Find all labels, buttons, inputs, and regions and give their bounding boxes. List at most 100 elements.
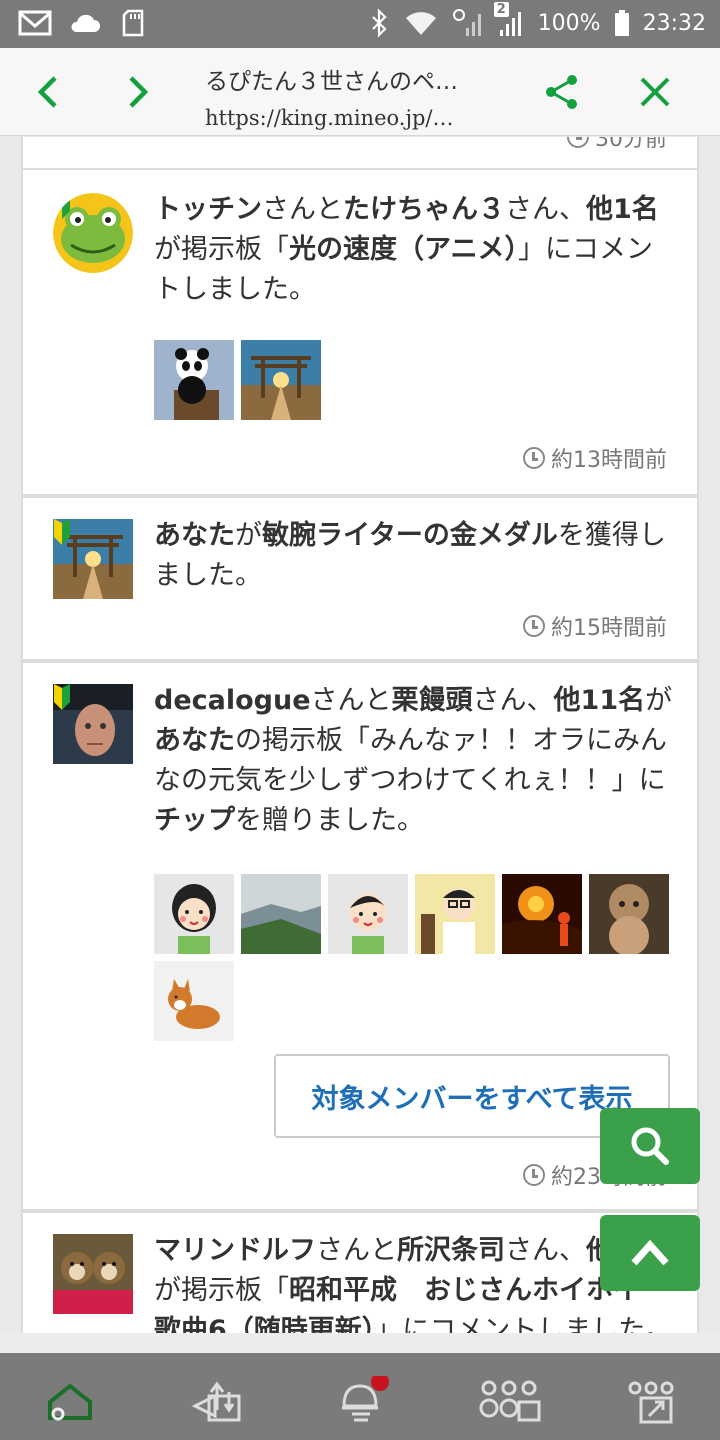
plush-photo-thumb[interactable] — [589, 874, 669, 954]
gmail-icon — [18, 10, 52, 36]
time-text: 約15時間前 — [551, 616, 667, 641]
notification-icon — [342, 1376, 389, 1422]
text-segment: さんと — [310, 685, 392, 716]
bottom-navigation — [0, 1333, 720, 1440]
members-icon — [628, 1381, 674, 1424]
others-count: 他11名 — [553, 685, 646, 716]
feed-item-text: トッチンさんとたけちゃん３さん、他1名が掲示板「光の速度（アニメ）」にコメントし… — [154, 190, 675, 310]
sunset-photo-thumb[interactable] — [502, 874, 582, 954]
feed-item-text: decalogueさんと栗饅頭さん、他11名があなたの掲示板「みんなァ！！オラに… — [154, 681, 675, 841]
scroll-top-fab[interactable] — [600, 1215, 700, 1291]
text-segment: さん、 — [505, 1235, 586, 1266]
tab-share[interactable] — [175, 1371, 255, 1431]
others-count: 他1名 — [586, 194, 659, 225]
share-button[interactable] — [532, 62, 592, 122]
text-segment: 」にコメントしました。 — [375, 1315, 673, 1333]
tab-members[interactable] — [615, 1371, 695, 1431]
tab-community[interactable] — [470, 1371, 550, 1431]
signal-2-indicator: 2 — [493, 2, 524, 38]
search-icon — [631, 1127, 669, 1165]
forward-button[interactable] — [108, 62, 168, 122]
address-area[interactable]: るぴたん３世さんのペ… https://king.mineo.jp/… — [205, 62, 505, 130]
user-link[interactable]: decalogue — [154, 685, 311, 716]
clock-icon — [523, 447, 545, 469]
user-link[interactable]: あなた — [154, 520, 235, 551]
chevron-right-icon — [129, 76, 149, 108]
text-segment: が掲示板「 — [154, 1275, 289, 1306]
signal-icon — [452, 9, 481, 36]
panda-photo-thumb[interactable] — [154, 340, 234, 420]
page-title: るぴたん３世さんのペ… — [205, 69, 458, 95]
feed-item-text: マリンドルフさんと所沢条司さん、他1名が掲示板「昭和平成 おじさんホイホイ 歌曲… — [154, 1231, 675, 1333]
text-segment: さんと — [262, 194, 343, 225]
clock-time: 23:32 — [642, 10, 706, 36]
share-icon — [546, 75, 577, 109]
text-segment: を贈りました。 — [235, 805, 424, 836]
chevron-left-icon — [37, 76, 57, 108]
chevron-up-icon — [631, 1239, 669, 1266]
tip-link[interactable]: チップ — [154, 805, 235, 836]
text-segment: さん、 — [472, 685, 554, 716]
text-segment: が — [235, 520, 262, 551]
beginner-mark-icon — [54, 193, 70, 219]
feed-item[interactable]: あなたが敏腕ライターの金メダルを獲得しました。 約15時間前 — [21, 496, 699, 661]
thumbnail-row — [154, 340, 684, 420]
time-label: 30分前 — [567, 137, 667, 153]
avatar[interactable] — [53, 1234, 133, 1314]
user-link[interactable]: トッチン — [154, 194, 262, 225]
text-segment: が掲示板「 — [154, 234, 289, 265]
user-link[interactable]: あなた — [154, 725, 235, 756]
feed-item-text: あなたが敏腕ライターの金メダルを獲得しました。 — [154, 516, 675, 596]
otters-avatar-image — [53, 1234, 133, 1314]
back-button[interactable] — [18, 62, 78, 122]
cloud-icon — [71, 14, 100, 32]
time-text: 30分前 — [595, 137, 667, 152]
beginner-mark-icon — [54, 684, 70, 710]
browser-toolbar: るぴたん３世さんのペ… https://king.mineo.jp/… — [0, 48, 720, 136]
share-up-icon — [191, 1381, 241, 1422]
man-illustration-thumb[interactable] — [328, 874, 408, 954]
landscape-photo-thumb[interactable] — [241, 874, 321, 954]
feed-item[interactable]: マリンドルフさんと所沢条司さん、他1名が掲示板「昭和平成 おじさんホイホイ 歌曲… — [21, 1211, 699, 1333]
text-segment: が — [645, 685, 673, 716]
beginner-mark-icon — [54, 519, 70, 545]
battery-icon — [614, 10, 629, 36]
clock-icon — [523, 1164, 545, 1186]
community-icon — [479, 1380, 541, 1422]
time-label: 約15時間前 — [523, 610, 667, 642]
tab-home[interactable] — [30, 1371, 110, 1431]
activity-feed[interactable]: 30分前 トッチンさんとたけちゃん３さん、他1名が掲示板「光の速度（アニメ）」に… — [0, 137, 720, 1333]
corgi-photo-thumb[interactable] — [154, 961, 234, 1041]
avatar[interactable] — [53, 519, 133, 599]
user-link[interactable]: マリンドルフ — [154, 1235, 316, 1266]
shrine-gate-photo-thumb[interactable] — [241, 340, 321, 420]
wifi-icon — [405, 12, 436, 35]
tab-notifications[interactable] — [320, 1371, 400, 1431]
text-segment: さん、 — [505, 194, 586, 225]
close-button[interactable] — [625, 62, 685, 122]
close-icon — [640, 77, 670, 107]
sd-card-icon — [122, 9, 144, 37]
page-url: https://king.mineo.jp/… — [205, 106, 454, 130]
time-label: 約13時間前 — [523, 442, 667, 474]
user-link[interactable]: 栗饅頭 — [392, 685, 473, 716]
feed-item[interactable]: decalogueさんと栗饅頭さん、他11名があなたの掲示板「みんなァ！！オラに… — [21, 661, 699, 1211]
board-link[interactable]: 光の速度（アニメ） — [289, 234, 518, 265]
feed-item-partial[interactable]: 30分前 — [21, 137, 699, 170]
time-text: 約13時間前 — [551, 448, 667, 473]
user-link[interactable]: 所沢条司 — [397, 1235, 505, 1266]
glasses-man-illustration-thumb[interactable] — [415, 874, 495, 954]
badge-link[interactable]: 敏腕ライターの金メダル — [262, 520, 558, 551]
status-bar: 2 100% 23:32 — [0, 0, 720, 48]
bluetooth-icon — [371, 8, 387, 38]
user-link[interactable]: たけちゃん３ — [343, 194, 505, 225]
sim-badge: 2 — [493, 2, 509, 17]
avatar[interactable] — [53, 684, 133, 764]
feed-item[interactable]: トッチンさんとたけちゃん３さん、他1名が掲示板「光の速度（アニメ）」にコメントし… — [21, 170, 699, 496]
clock-icon — [567, 137, 589, 148]
clock-icon — [523, 615, 545, 637]
battery-percent: 100% — [537, 10, 601, 36]
search-fab[interactable] — [600, 1108, 700, 1184]
woman-illustration-thumb[interactable] — [154, 874, 234, 954]
avatar[interactable] — [53, 193, 133, 273]
